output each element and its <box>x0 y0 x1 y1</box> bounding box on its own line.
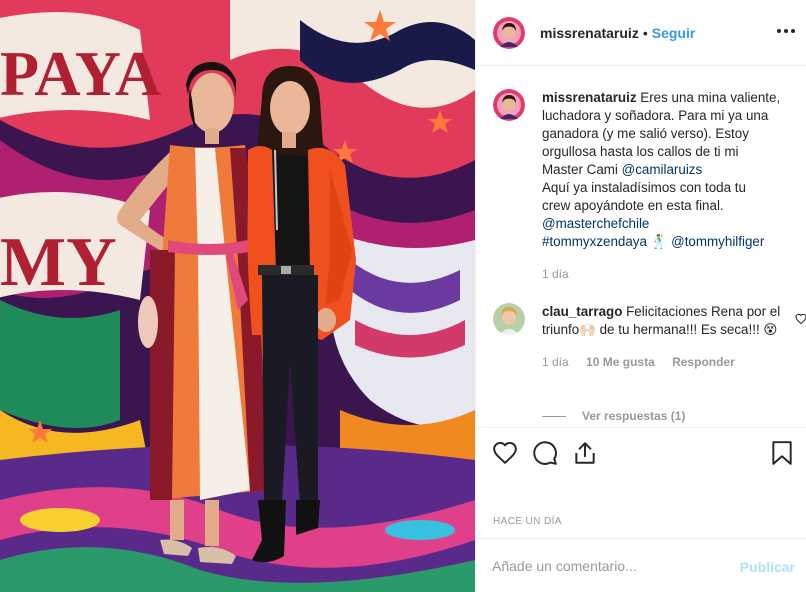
avatar-image <box>493 89 525 121</box>
caption-comment: missrenataruiz Eres una mina valiente, l… <box>493 89 793 283</box>
comment-line: hermana!!! Es seca!!! 😵 <box>633 322 778 337</box>
share-icon[interactable] <box>572 440 598 466</box>
caption-text: missrenataruiz Eres una mina valiente, l… <box>542 89 793 283</box>
caption-line: #tommyxzendaya 🕺 @tommyhilfiger <box>542 233 793 251</box>
more-options-icon[interactable] <box>777 22 795 40</box>
avatar[interactable] <box>493 16 525 49</box>
post-photo[interactable]: PAYA MY <box>0 0 475 592</box>
comment-icon-svg <box>533 441 557 465</box>
caption-line: @masterchefchile <box>542 215 793 233</box>
comment-text: clau_tarrago Felicitaciones Rena por el … <box>542 303 793 371</box>
publish-button[interactable]: Publicar <box>740 559 795 575</box>
caption-time[interactable]: 1 día <box>542 267 569 281</box>
caption-line-text: Master Cami <box>542 162 622 177</box>
comment-meta: 1 día 10 Me gusta Responder <box>542 353 793 371</box>
comment-input[interactable] <box>492 555 722 577</box>
replies-divider <box>542 415 566 417</box>
mention-link[interactable]: @camilaruizs <box>622 162 703 177</box>
heart-icon-svg <box>493 441 517 465</box>
svg-text:MY: MY <box>0 224 117 301</box>
mention-link[interactable]: @masterchefchile <box>542 216 649 231</box>
post-sidebar: missrenataruiz • Seguir missrenataruiz E… <box>475 0 806 592</box>
post-header: missrenataruiz • Seguir <box>476 0 806 66</box>
dot <box>777 29 781 33</box>
share-icon-svg <box>575 442 595 464</box>
caption-line: ganadora (y me salió verso). Estoy <box>542 126 749 141</box>
dot <box>784 29 788 33</box>
action-bar <box>476 427 806 477</box>
add-comment-section: Publicar <box>476 538 806 592</box>
avatar[interactable] <box>493 303 525 335</box>
comments-list[interactable]: missrenataruiz Eres una mina valiente, l… <box>476 67 806 427</box>
reply-button[interactable]: Responder <box>672 355 735 369</box>
comment-line-text: Felicitaciones Rena <box>626 304 743 319</box>
caption-line: luchadora y soñadora. Para mi ya una <box>542 108 769 123</box>
heart-icon[interactable] <box>492 440 518 466</box>
comment-item: clau_tarrago Felicitaciones Rena por el … <box>493 303 806 371</box>
caption-username[interactable]: missrenataruiz <box>542 90 637 105</box>
comment-time[interactable]: 1 día <box>542 355 569 369</box>
view-replies-label: Ver respuestas (1) <box>582 409 686 423</box>
view-replies-button[interactable]: Ver respuestas (1) <box>542 409 685 423</box>
comment-icon[interactable] <box>532 440 558 466</box>
bookmark-icon-svg <box>772 441 792 465</box>
avatar-image <box>493 16 525 49</box>
dance-emoji: 🕺 <box>650 234 668 249</box>
comment-like-icon[interactable] <box>795 313 806 325</box>
caption-line: orgullosa hasta los callos de ti mi <box>542 144 739 159</box>
mention-link[interactable]: @tommyhilfiger <box>671 234 764 249</box>
caption-line: Aquí ya instaladísimos con toda tu <box>542 180 746 195</box>
caption-line-text: Eres una mina valiente, <box>640 90 781 105</box>
caption-line: crew apoyándote en esta final. <box>542 198 724 213</box>
dot <box>791 29 795 33</box>
hashtag-link[interactable]: #tommyxzendaya <box>542 234 647 249</box>
comment-line: clau_tarrago Felicitaciones Rena <box>542 304 743 319</box>
caption-meta: 1 día <box>542 265 793 283</box>
caption-line: Master Cami @camilaruizs <box>542 161 793 179</box>
separator-dot: • <box>642 24 648 41</box>
svg-text:PAYA: PAYA <box>0 38 161 109</box>
post-timestamp[interactable]: HACE UN DÍA <box>493 516 562 527</box>
bookmark-icon[interactable] <box>769 440 795 466</box>
caption-line: missrenataruiz Eres una mina valiente, <box>542 89 793 107</box>
follow-button[interactable]: Seguir <box>652 25 696 41</box>
avatar[interactable] <box>493 89 525 121</box>
post-username[interactable]: missrenataruiz <box>540 25 639 41</box>
comment-username[interactable]: clau_tarrago <box>542 304 622 319</box>
photo-illustration: PAYA MY <box>0 0 475 592</box>
comment-likes[interactable]: 10 Me gusta <box>586 355 655 369</box>
avatar-image <box>493 303 525 335</box>
